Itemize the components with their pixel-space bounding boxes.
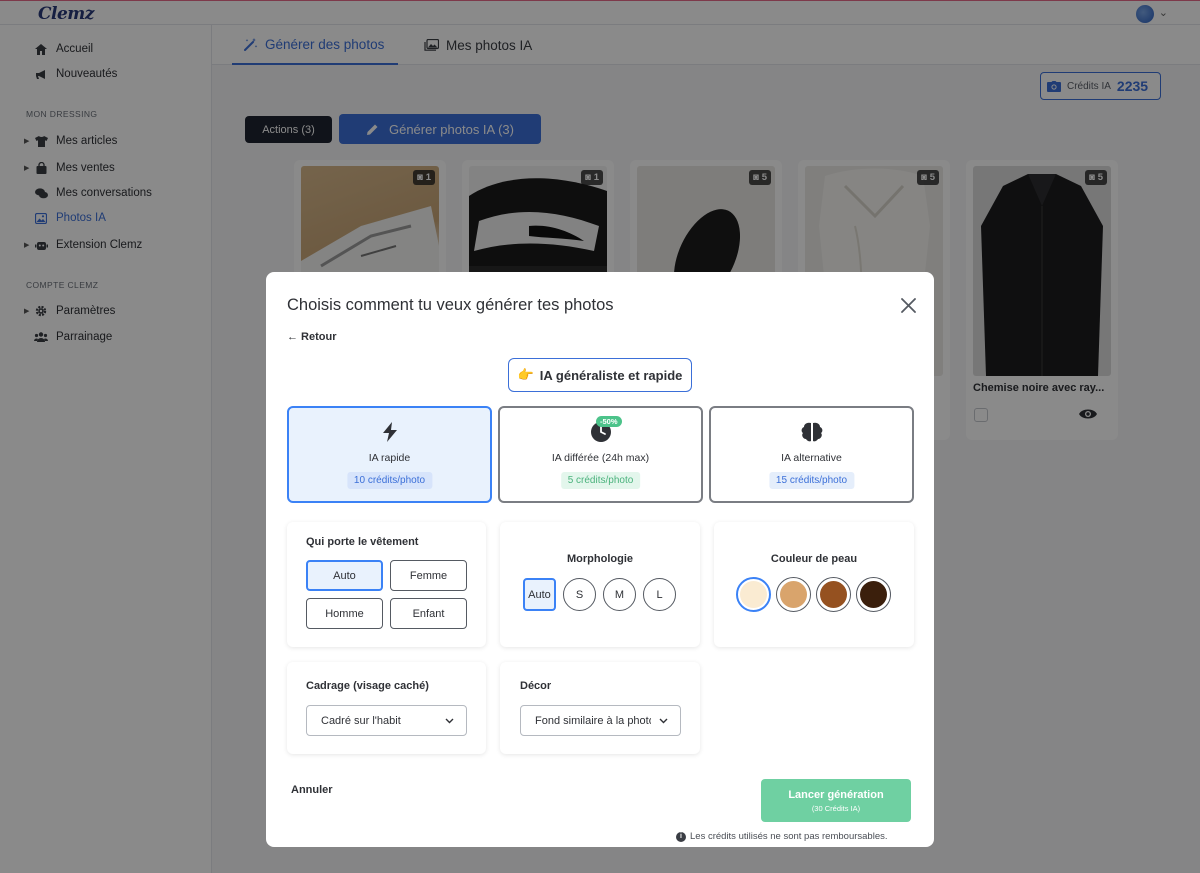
option-price: 5 crédits/photo [560, 472, 641, 489]
wearer-auto-button[interactable]: Auto [306, 560, 383, 591]
morphology-title: Morphologie [567, 553, 633, 565]
framing-select-value: Cadré sur l'habit [321, 714, 401, 727]
launch-generation-button[interactable]: Lancer génération (30 Crédits IA) [761, 779, 911, 822]
launch-cost: (30 Crédits IA) [811, 803, 861, 813]
wearer-enfant-button[interactable]: Enfant [390, 598, 467, 629]
skin-color-swatch[interactable] [736, 577, 771, 612]
option-ia-differee[interactable]: -50% IA différée (24h max) 5 crédits/pho… [498, 406, 703, 503]
decor-panel: Décor Fond similaire à la photo [500, 662, 700, 754]
skin-color-title: Couleur de peau [770, 553, 858, 565]
wearer-panel: Qui porte le vêtement Auto Femme Homme E… [287, 522, 486, 647]
skin-color-fill [820, 581, 847, 608]
decor-select[interactable]: Fond similaire à la photo [520, 705, 681, 736]
mode-pill: 👉 IA généraliste et rapide [508, 358, 692, 392]
wearer-title: Qui porte le vêtement [306, 536, 419, 548]
chevron-down-icon [659, 718, 668, 724]
modal-title: Choisis comment tu veux générer tes phot… [287, 296, 614, 314]
morphology-auto-button[interactable]: Auto [523, 578, 556, 611]
option-label: IA alternative [781, 452, 842, 464]
generation-modal: Choisis comment tu veux générer tes phot… [266, 272, 934, 847]
skin-color-fill [780, 581, 807, 608]
morphology-m-button[interactable]: M [603, 578, 636, 611]
framing-select[interactable]: Cadré sur l'habit [306, 705, 467, 736]
option-label: IA rapide [368, 452, 411, 464]
skin-color-fill [860, 581, 887, 608]
info-icon: i [676, 831, 686, 842]
pointing-hand-icon: 👉 [517, 367, 534, 382]
skin-color-swatch[interactable] [856, 577, 891, 612]
mode-pill-label: IA généraliste et rapide [539, 367, 683, 383]
option-ia-alternative[interactable]: IA alternative 15 crédits/photo [709, 406, 914, 503]
decor-title: Décor [520, 680, 552, 692]
cancel-button[interactable]: Annuler [291, 784, 333, 796]
skin-color-panel: Couleur de peau [714, 522, 914, 647]
skin-color-swatch[interactable] [816, 577, 851, 612]
wearer-homme-button[interactable]: Homme [306, 598, 383, 629]
morphology-l-button[interactable]: L [643, 578, 676, 611]
option-price: 10 crédits/photo [346, 472, 433, 489]
discount-badge: -50% [596, 416, 622, 427]
morphology-panel: Morphologie Auto S M L [500, 522, 700, 647]
lightning-icon [289, 422, 490, 442]
skin-color-swatch[interactable] [776, 577, 811, 612]
decor-select-value: Fond similaire à la photo [535, 714, 651, 727]
wearer-femme-button[interactable]: Femme [390, 560, 467, 591]
framing-panel: Cadrage (visage caché) Cadré sur l'habit [287, 662, 486, 754]
close-icon[interactable] [898, 295, 918, 315]
morphology-s-button[interactable]: S [563, 578, 596, 611]
chevron-down-icon [445, 718, 454, 724]
framing-title: Cadrage (visage caché) [306, 680, 429, 692]
refund-note: i Les crédits utilisés ne sont pas rembo… [676, 831, 888, 842]
refund-note-text: Les crédits utilisés ne sont pas rembour… [690, 831, 888, 842]
option-label: IA différée (24h max) [551, 452, 650, 464]
brain-icon [711, 422, 912, 442]
skin-color-fill [740, 581, 767, 608]
back-link[interactable]: ← Retour [287, 331, 337, 343]
option-ia-rapide[interactable]: IA rapide 10 crédits/photo [287, 406, 492, 503]
launch-label: Lancer génération [788, 788, 884, 801]
option-price: 15 crédits/photo [768, 472, 855, 489]
